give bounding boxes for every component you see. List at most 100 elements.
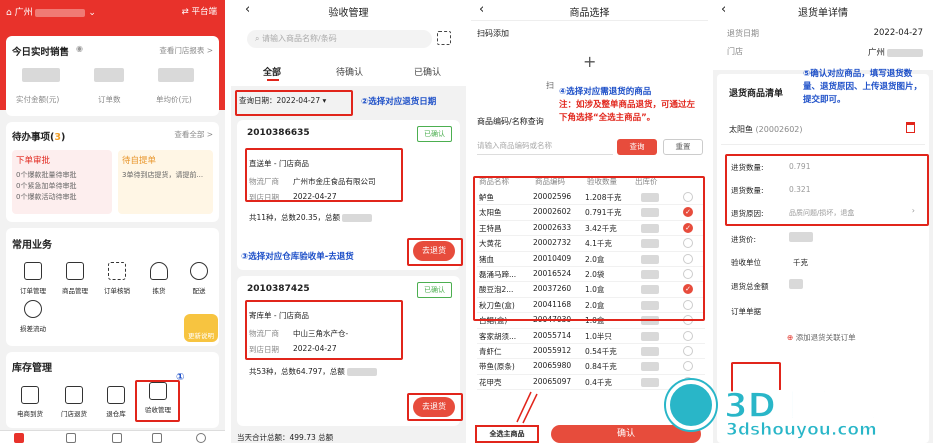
order-summary: 共11种，总数20.35，总额 (249, 212, 373, 223)
store-report-link[interactable]: 查看门店报表 > (159, 45, 213, 56)
cell-qty: 0.84千克 (585, 362, 617, 372)
table-highlight (473, 176, 705, 321)
row-checkbox[interactable] (683, 361, 693, 372)
metric-avg: 单均价(元) (156, 95, 192, 104)
tab-all[interactable]: 全部 (263, 65, 281, 78)
switch-icon: ⇄ (181, 7, 189, 17)
search-input[interactable]: 请输入商品编码或名称 (477, 140, 613, 155)
todo1-line: 0个爆款批量待审批 (16, 171, 77, 179)
unit-value: 千克 (793, 258, 808, 267)
page-title: 验收管理 (328, 8, 369, 19)
todo-card: 待办事项(3) 查看全部 > 下单审批 0个爆款批量待审批 0个紧急加单待审批 … (6, 122, 219, 222)
cell-code: 20065097 (533, 376, 572, 386)
plus-circle-icon: ⊕ (787, 333, 794, 342)
order1-highlight (245, 148, 403, 202)
store-return-item[interactable]: 门店退货 (54, 386, 94, 418)
picking-item[interactable]: 拣货 (140, 262, 178, 295)
order-summary: 共53种，总数64.797，总额 (249, 366, 378, 377)
loss-flow-item[interactable]: 损差流动 (14, 300, 52, 333)
tab-icon[interactable] (152, 433, 162, 443)
status-badge: 已确认 (417, 126, 452, 142)
ecom-arrival-item[interactable]: 电商到货 (12, 386, 48, 418)
metric-orders: 订单数 (98, 95, 121, 104)
sales-title: 今日实时销售 (12, 47, 70, 58)
platform-switch[interactable]: ⇄ 平台端 (182, 5, 217, 17)
site-watermark: 3D手游网 3dshouyou.com (664, 376, 932, 442)
watermark-logo-icon (666, 380, 716, 430)
row-checkbox[interactable] (683, 345, 693, 356)
list-label: 退货商品清单 (729, 89, 784, 99)
bag-icon (66, 262, 84, 280)
reset-button[interactable]: 重置 (663, 139, 703, 155)
view-all-link[interactable]: 查看全部 > (174, 129, 213, 140)
return1-highlight (407, 238, 463, 266)
search-bar[interactable]: ⌕ 请输入商品名称/条码 (247, 30, 432, 48)
eye-icon[interactable]: ◉ (76, 44, 83, 53)
tab-pending[interactable]: 待确认 (336, 65, 363, 78)
cell-code: 20055714 (533, 330, 572, 340)
acceptance-panel: ‹ 验收管理 ⌕ 请输入商品名称/条码 全部 待确认 已确认 查询日期：2022… (231, 0, 466, 443)
cell-qty: 0.54千克 (585, 346, 617, 356)
todo-approval[interactable]: 下单审批 0个爆款批量待审批 0个紧急加单待审批 0个爆款活动待审批 (12, 150, 112, 214)
box-icon (21, 386, 39, 404)
stock-title: 库存管理 (12, 363, 52, 374)
profile-tab-icon[interactable] (196, 433, 206, 443)
todo1-line: 0个紧急加单待审批 (16, 182, 77, 190)
store-selector[interactable]: ⌂ 广州 ⌄ (6, 5, 96, 18)
cell-name: 青虾仁 (479, 346, 502, 356)
home-tab-icon[interactable] (14, 433, 24, 443)
table-row[interactable]: 青虾仁 20055912 0.54千克 (477, 344, 705, 360)
cell-code: 20055912 (533, 345, 572, 355)
people-icon (24, 300, 42, 318)
order-manage-item[interactable]: 订单管理 (14, 262, 52, 295)
watermark-url: 3dshouyou.com (726, 420, 878, 441)
query-button[interactable]: 查询 (617, 139, 657, 155)
cell-qty: 1.0半只 (585, 331, 612, 341)
add-button[interactable]: + (583, 52, 596, 71)
todo-count: 3 (54, 132, 61, 143)
order-verify-item[interactable]: 订单核销 (98, 262, 136, 295)
step5-note: ⑤确认对应商品，填写退货数量、退货原因、上传退货图片，提交即可。 (803, 69, 923, 105)
day-total: 当天合计总额：499.73 总额 (237, 433, 334, 442)
acceptance-highlight (135, 380, 180, 422)
select-all-button[interactable]: 全选主商品 (475, 425, 539, 443)
delivery-item[interactable]: 配送 (180, 262, 218, 295)
update-badge[interactable]: 更新说明 (184, 314, 218, 342)
add-order-link[interactable]: ⊕ 添加退货关联订单 (787, 332, 856, 343)
metric-paid: 实付金额(元) (16, 95, 60, 104)
cell-qty: 0.4千克 (585, 377, 612, 387)
search-icon: ⌕ (255, 34, 260, 43)
chevron-down-icon: ⌄ (88, 8, 96, 18)
row-checkbox[interactable] (683, 330, 693, 341)
todo-pickup[interactable]: 待自提单 3单待到店提货，请提前... (118, 150, 213, 214)
step3-note: ③选择对应仓库验收单-去退货 (241, 252, 354, 262)
common-card: 常用业务 订单管理 商品管理 订单核销 拣货 配送 损差流动 更新说明 (6, 228, 219, 346)
order-id: 2010387425 (247, 284, 310, 294)
return-warehouse-item[interactable]: 退仓库 (98, 386, 134, 418)
price-masked (641, 377, 659, 387)
cart-icon (65, 386, 83, 404)
sales-card: 今日实时销售 ◉ 查看门店报表 > 实付金额(元) 订单数 单均价(元) (6, 36, 219, 116)
item-name: 太阳鱼 (20002602) (729, 125, 803, 134)
table-row[interactable]: 客家胡须... 20055714 1.0半只 (477, 329, 705, 344)
bottom-tabbar (0, 430, 225, 443)
cell-code: 20065980 (533, 361, 572, 371)
scan-add-label: 扫码添加 (477, 29, 509, 38)
product-manage-item[interactable]: 商品管理 (56, 262, 94, 295)
store-name: 广州 (868, 46, 923, 58)
return-date: 2022-04-27 (873, 28, 923, 38)
tab-icon[interactable] (66, 433, 76, 443)
price-masked (641, 346, 659, 356)
store-name: 广州 (14, 8, 33, 18)
tab-all-underline (267, 79, 279, 81)
trash-icon[interactable] (906, 122, 915, 133)
table-row[interactable]: 带鱼(原条) 20065980 0.84千克 (477, 359, 705, 375)
scan-icon (108, 262, 126, 280)
location-icon: ⌂ (6, 8, 12, 18)
page-title: 商品选择 (569, 8, 610, 19)
tab-icon[interactable] (112, 433, 122, 443)
step4-title: ④选择对应需退货的商品 (559, 87, 652, 97)
scan-icon[interactable] (437, 31, 451, 45)
order-id: 2010386635 (247, 128, 310, 138)
tab-confirmed[interactable]: 已确认 (414, 65, 441, 78)
